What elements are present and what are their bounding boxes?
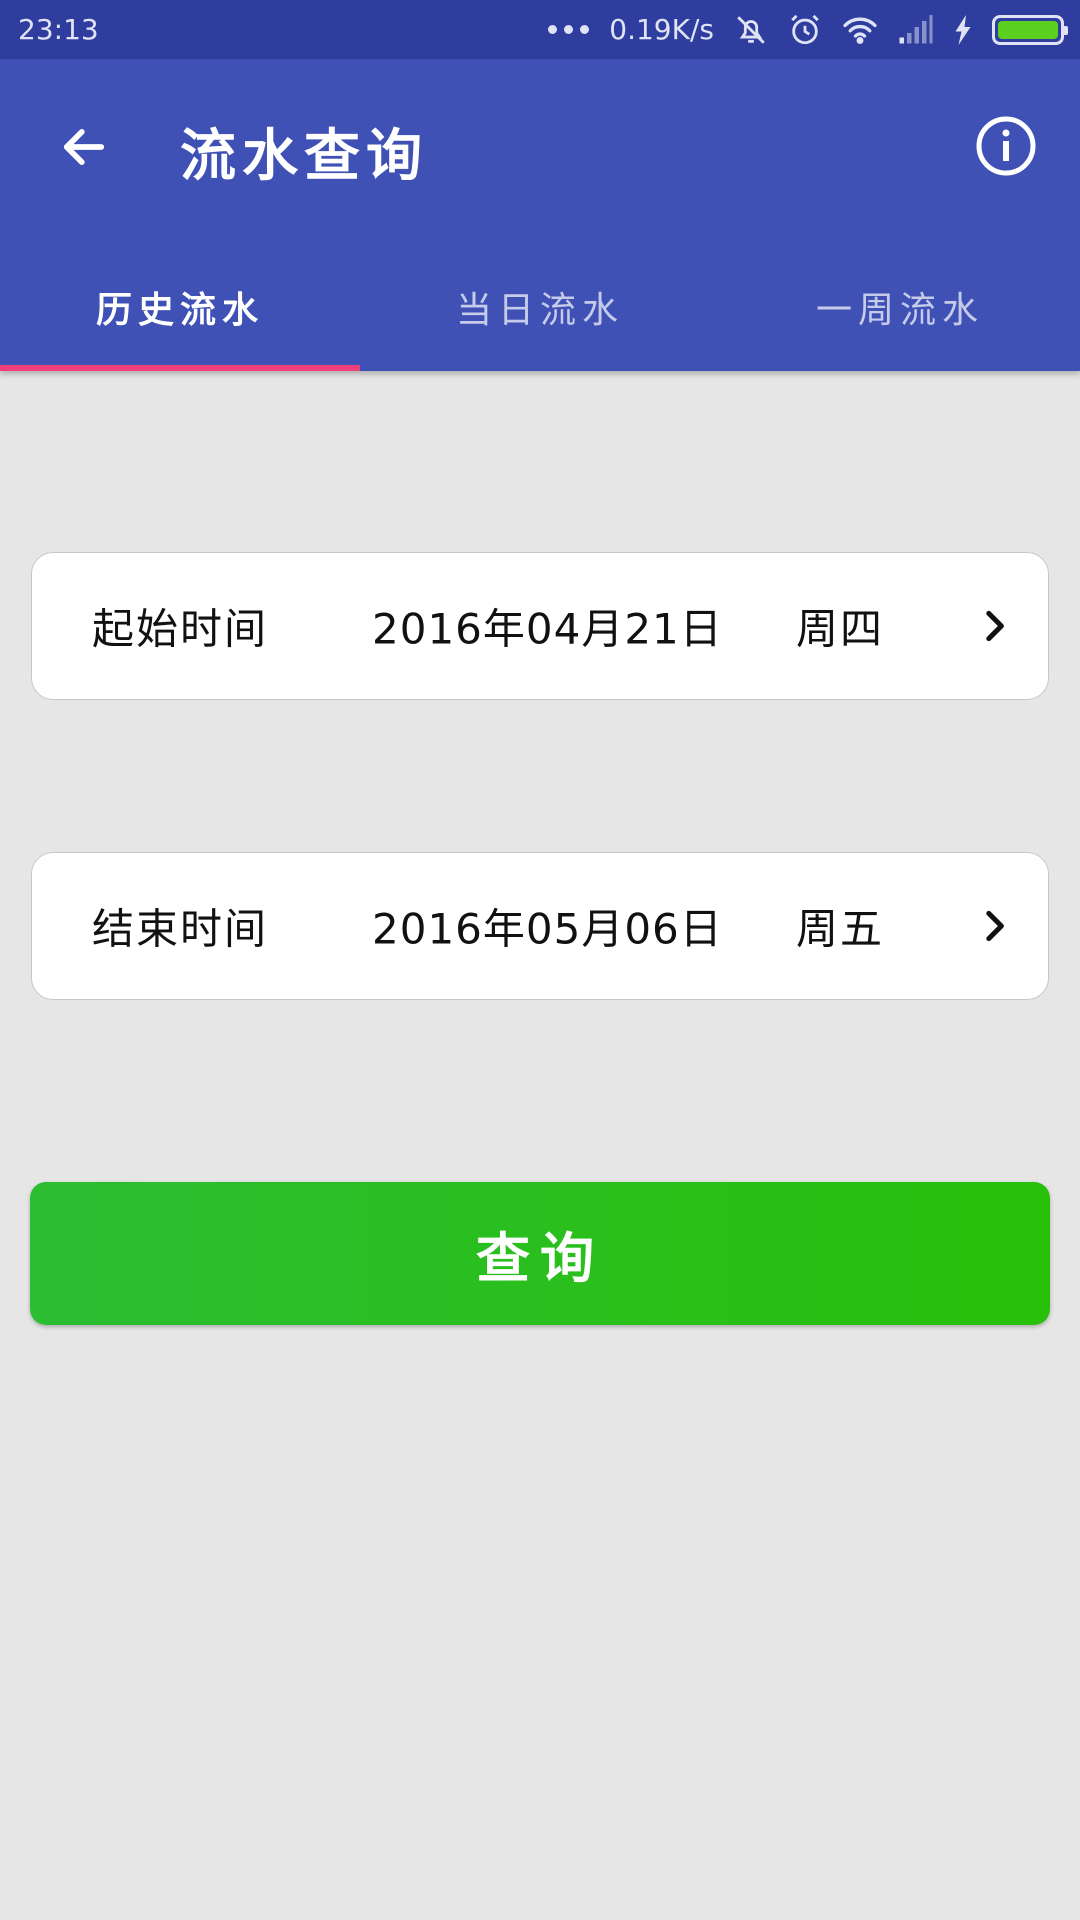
tab-indicator [0, 365, 360, 371]
start-time-row[interactable]: 起始时间 2016年04月21日 周四 [31, 552, 1049, 700]
status-time: 23:13 [18, 13, 99, 46]
alarm-icon [788, 13, 822, 47]
arrow-back-icon [63, 129, 105, 165]
info-button[interactable] [974, 114, 1038, 178]
chevron-right-icon [986, 910, 1004, 942]
tab-label: 当日流水 [455, 290, 624, 331]
start-time-label: 起始时间 [92, 604, 269, 654]
chevron-right-icon [986, 610, 1004, 642]
tab-week[interactable]: 一周流水 [720, 259, 1080, 371]
tab-bar: 历史流水 当日流水 一周流水 [0, 259, 1080, 371]
end-time-label: 结束时间 [92, 904, 269, 954]
status-icons: 0.19K/s [548, 13, 1068, 47]
query-button[interactable]: 查询 [30, 1182, 1050, 1325]
battery-icon [992, 14, 1068, 45]
page-title: 流水查询 [180, 124, 428, 189]
info-icon [976, 116, 1036, 176]
tab-label: 历史流水 [95, 290, 264, 331]
end-weekday: 周五 [796, 904, 885, 954]
end-date-value: 2016年05月06日 [372, 904, 723, 954]
tab-today[interactable]: 当日流水 [360, 259, 720, 371]
start-date-value: 2016年04月21日 [372, 604, 723, 654]
more-dots-icon [548, 25, 590, 34]
tab-history[interactable]: 历史流水 [0, 259, 360, 371]
start-weekday: 周四 [796, 604, 885, 654]
net-speed: 0.19K/s [609, 13, 714, 46]
end-time-row[interactable]: 结束时间 2016年05月06日 周五 [31, 852, 1049, 1000]
wifi-icon [842, 15, 878, 45]
back-button[interactable] [52, 115, 116, 179]
status-bar: 23:13 0.19K/s [0, 0, 1080, 59]
query-button-label: 查询 [476, 1227, 604, 1290]
app-bar: 流水查询 历史流水 当日流水 一周流水 [0, 59, 1080, 371]
mute-bell-icon [734, 13, 768, 47]
charging-bolt-icon [954, 14, 972, 45]
signal-icon [898, 14, 934, 45]
tab-label: 一周流水 [815, 290, 984, 331]
